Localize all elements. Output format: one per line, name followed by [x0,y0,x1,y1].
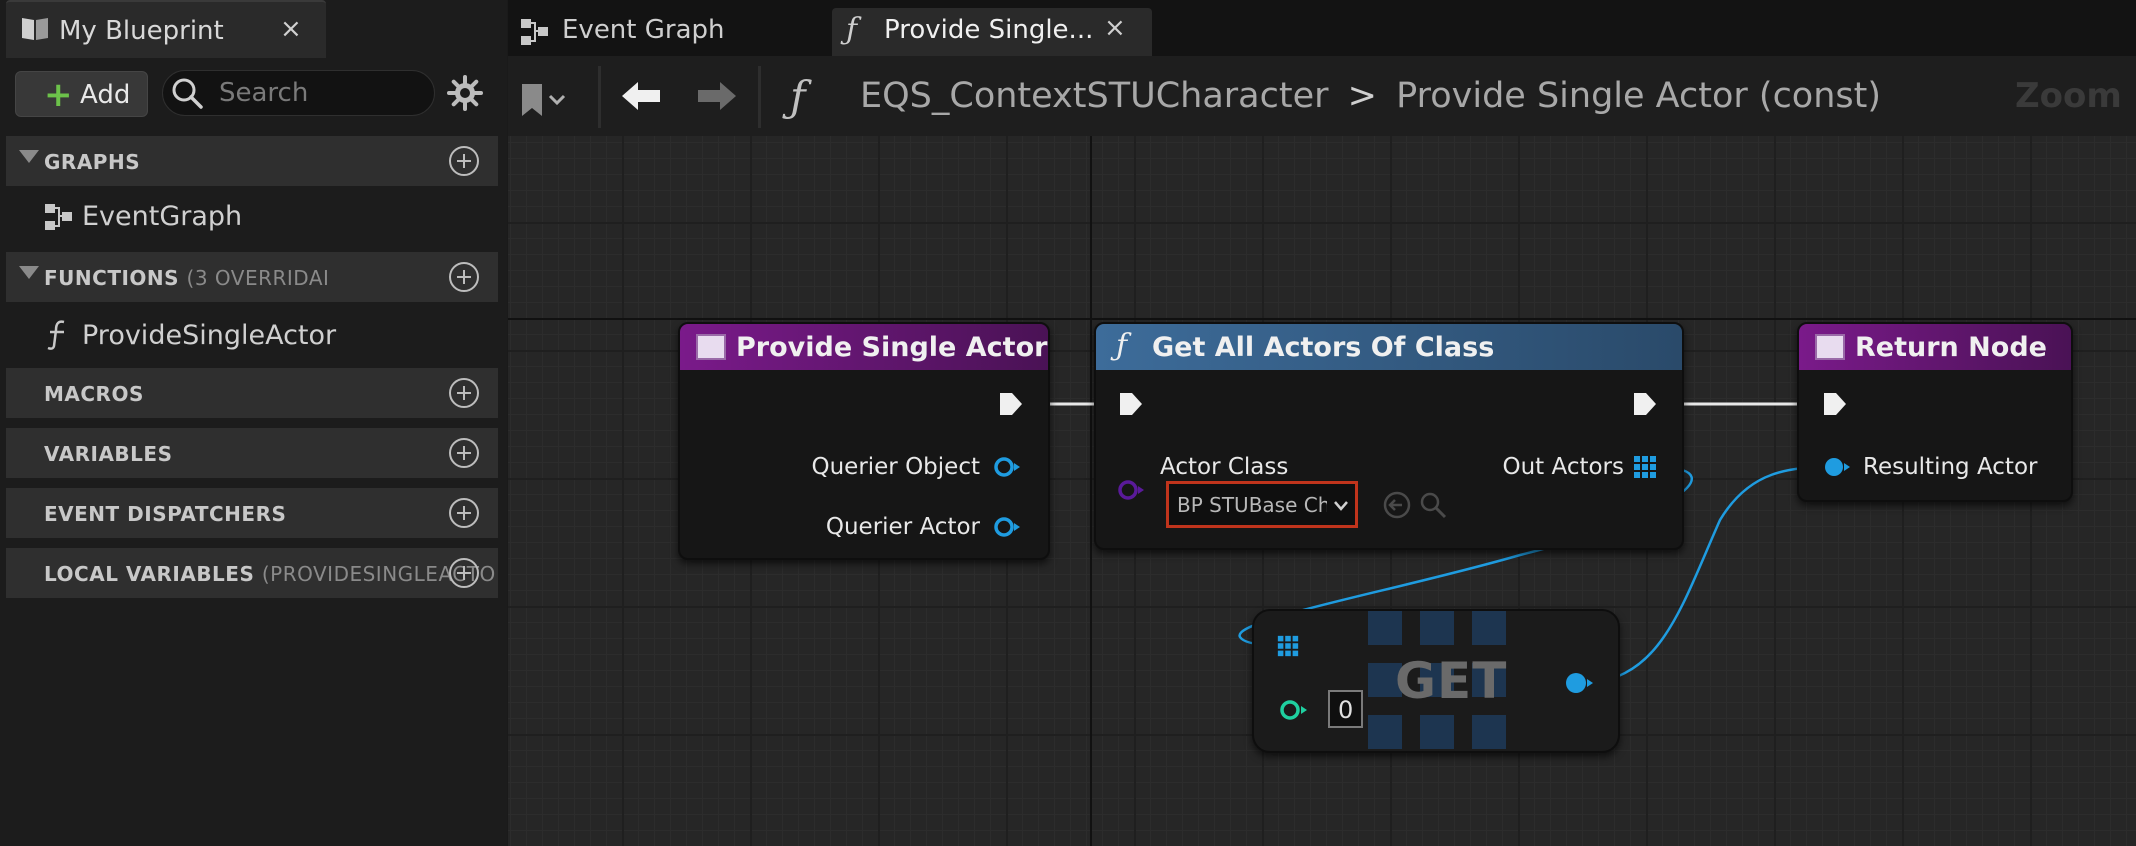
my-blueprint-panel: My Blueprint × + Add Search GRAPHS Event… [0,0,507,846]
function-result-icon [1815,334,1845,360]
index-input[interactable]: 0 [1328,690,1363,728]
category-macros[interactable]: MACROS [6,368,498,418]
node-title: Provide Single Actor [736,332,1048,363]
exec-in-pin[interactable] [1118,391,1144,417]
category-variables[interactable]: VARIABLES [6,428,498,478]
grid-guide-vertical [1090,136,1092,846]
category-graphs[interactable]: GRAPHS [6,136,498,186]
function-icon: ƒ [790,72,806,121]
toolbar-separator [598,66,601,128]
actor-class-value: BP STUBase Cha [1177,493,1327,517]
pin-index[interactable] [1278,698,1310,722]
add-graph-icon[interactable] [449,146,479,176]
exec-in-pin[interactable] [1822,391,1848,417]
toolbar-separator [758,66,761,128]
function-override-icon [47,320,65,350]
category-local-variables-label: LOCAL VARIABLES (PROVIDESINGLEACTO [44,562,496,586]
breadcrumb-blueprint[interactable]: EQS_ContextSTUCharacter [860,76,1329,116]
search-placeholder: Search [219,78,309,108]
array-pin-icon[interactable] [1632,454,1658,480]
close-icon[interactable]: × [280,14,302,44]
function-icon: ƒ [846,12,858,47]
pin-querier-actor[interactable] [992,515,1022,539]
pin-querier-object-label: Querier Object [811,454,980,480]
node-title: Return Node [1855,332,2047,363]
use-selected-asset-icon[interactable] [1382,490,1412,520]
category-event-dispatchers-label: EVENT DISPATCHERS [44,502,287,526]
pin-actor-class-label: Actor Class [1160,454,1289,480]
back-arrow-icon[interactable] [620,78,662,114]
function-icon: ƒ [1116,328,1128,363]
category-graphs-label: GRAPHS [44,150,141,174]
function-entry-icon [696,334,726,360]
breadcrumb-function: Provide Single Actor (const) [1396,76,1882,116]
category-event-dispatchers[interactable]: EVENT DISPATCHERS [6,488,498,538]
tab-event-graph[interactable]: Event Graph [512,8,812,58]
my-blueprint-title: My Blueprint [59,16,224,46]
pin-querier-actor-label: Querier Actor [825,514,980,540]
pin-out-actors-label: Out Actors [1502,454,1624,480]
sidebar-item-providesingleactor[interactable]: ProvideSingleActor [82,320,336,351]
add-button[interactable]: + Add [15,71,148,117]
tab-event-graph-label: Event Graph [562,15,725,45]
tab-provide-single-actor[interactable]: ƒ Provide Single... × [832,8,1152,58]
forward-arrow-icon[interactable] [696,78,738,114]
bookmark-icon[interactable] [520,80,570,120]
index-value: 0 [1338,696,1354,724]
browse-asset-icon[interactable] [1418,490,1448,520]
get-node-label: GET [1395,652,1508,710]
zoom-indicator: Zoom 1 [2015,76,2136,116]
breadcrumb: EQS_ContextSTUCharacter > Provide Single… [860,76,1881,116]
close-icon[interactable]: × [1104,13,1126,43]
search-icon [172,78,203,109]
exec-out-pin[interactable] [998,391,1024,417]
my-blueprint-tab[interactable]: My Blueprint × [6,0,326,58]
exec-out-pin[interactable] [1632,391,1658,417]
grid-guide-horizontal [508,318,2136,320]
chevron-down-icon [19,266,39,279]
sidebar-item-eventgraph[interactable]: EventGraph [82,201,242,232]
add-function-icon[interactable] [449,262,479,292]
add-local-variable-icon[interactable] [449,558,479,588]
event-graph-icon [521,19,548,45]
chevron-down-icon [1334,501,1348,511]
category-variables-label: VARIABLES [44,442,173,466]
event-graph-icon [45,204,72,230]
category-functions[interactable]: FUNCTIONS (3 OVERRIDAI [6,252,498,302]
pin-actor-class[interactable] [1116,478,1146,502]
node-title: Get All Actors Of Class [1152,332,1495,363]
breadcrumb-separator: > [1347,76,1377,116]
pin-querier-object[interactable] [992,455,1022,479]
add-macro-icon[interactable] [449,378,479,408]
pin-resulting-actor[interactable] [1822,455,1852,479]
tab-provide-single-actor-label: Provide Single... [884,15,1094,45]
category-local-variables[interactable]: LOCAL VARIABLES (PROVIDESINGLEACTO [6,548,498,598]
chevron-down-icon [19,150,39,163]
add-event-dispatcher-icon[interactable] [449,498,479,528]
array-pin-icon[interactable] [1276,634,1300,658]
book-icon [22,18,48,40]
gear-icon[interactable] [447,75,483,111]
add-button-label: Add [80,80,131,110]
add-variable-icon[interactable] [449,438,479,468]
category-macros-label: MACROS [44,382,144,406]
actor-class-dropdown[interactable]: BP STUBase Cha [1166,481,1358,528]
category-functions-label: FUNCTIONS (3 OVERRIDAI [44,266,330,290]
plus-icon: + [44,75,73,115]
pin-resulting-actor-label: Resulting Actor [1863,454,2038,480]
pin-get-output[interactable] [1564,671,1596,695]
